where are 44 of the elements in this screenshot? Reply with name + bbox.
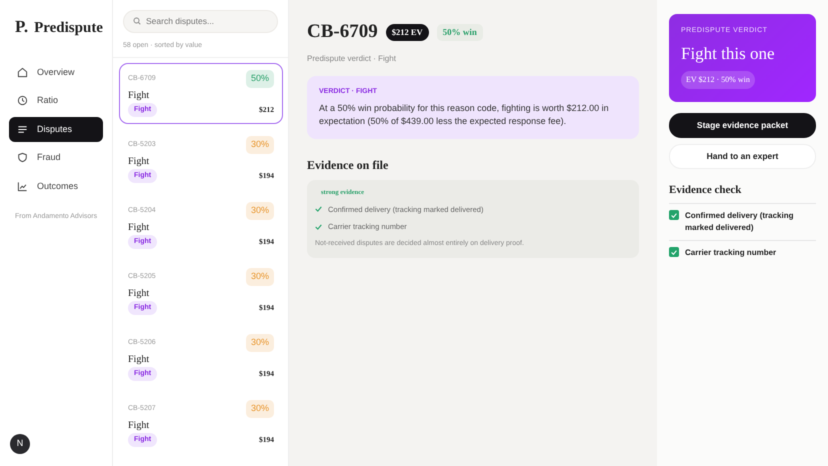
checkbox[interactable] bbox=[669, 247, 679, 257]
chart-icon bbox=[17, 180, 28, 192]
win-rate-badge: 30% bbox=[246, 202, 274, 220]
search-field[interactable]: Search disputes... bbox=[123, 10, 278, 33]
checklist-label: Confirmed delivery (tracking marked delivered) bbox=[685, 210, 794, 234]
menu-icon bbox=[17, 124, 28, 135]
check-icon bbox=[315, 206, 322, 212]
win-badge: 50% win bbox=[436, 24, 483, 41]
check-icon bbox=[315, 224, 322, 230]
dispute-subtitle: Predispute verdict · Fight bbox=[307, 52, 397, 64]
brand-name: Predispute bbox=[34, 19, 103, 38]
dispute-title: Fight bbox=[128, 220, 150, 235]
shield-icon bbox=[17, 152, 28, 164]
section-heading: Evidence check bbox=[669, 182, 816, 204]
ev-badge: $212 EV bbox=[386, 24, 429, 41]
section-heading: Evidence on file bbox=[307, 157, 390, 174]
nav-item[interactable]: Disputes bbox=[9, 116, 103, 142]
stage-packet-button[interactable]: Stage evidence packet bbox=[669, 113, 816, 138]
nav-item[interactable]: Overview bbox=[9, 60, 103, 85]
logo-mark: P. bbox=[15, 16, 28, 38]
win-rate-badge: 30% bbox=[246, 400, 274, 418]
win-rate-badge: 30% bbox=[246, 136, 274, 154]
win-rate-badge: 30% bbox=[246, 268, 274, 286]
checklist-label: Carrier tracking number bbox=[685, 247, 776, 259]
clock-icon bbox=[17, 95, 28, 106]
nav-item[interactable]: Ratio bbox=[9, 88, 103, 114]
dispute-title: Fight bbox=[128, 88, 150, 103]
win-rate-badge: 50% bbox=[246, 70, 274, 88]
dispute-title: Fight bbox=[128, 418, 150, 433]
dispute-heading: CB-6709 bbox=[307, 20, 378, 44]
verdict-headline: Fight this one bbox=[681, 42, 776, 65]
win-rate-badge: 30% bbox=[246, 334, 274, 352]
search-icon bbox=[133, 17, 141, 25]
dispute-title: Fight bbox=[128, 352, 150, 367]
home-icon bbox=[17, 66, 28, 78]
verdict-text: At a 50% win probability for this reason code, fighting is worth $212.00 in expectation (50% of $439.00 less the expected response fee). bbox=[319, 102, 610, 128]
checkbox[interactable] bbox=[669, 210, 679, 220]
expert-button[interactable]: Hand to an expert bbox=[669, 144, 816, 168]
nav-item[interactable]: Fraud bbox=[9, 145, 103, 170]
dispute-title: Fight bbox=[128, 286, 150, 301]
verdict-pill: EV $212 · 50% win bbox=[681, 71, 755, 89]
dispute-title: Fight bbox=[128, 154, 150, 169]
nav-item[interactable]: Outcomes bbox=[9, 174, 103, 199]
avatar[interactable]: N bbox=[10, 434, 30, 454]
